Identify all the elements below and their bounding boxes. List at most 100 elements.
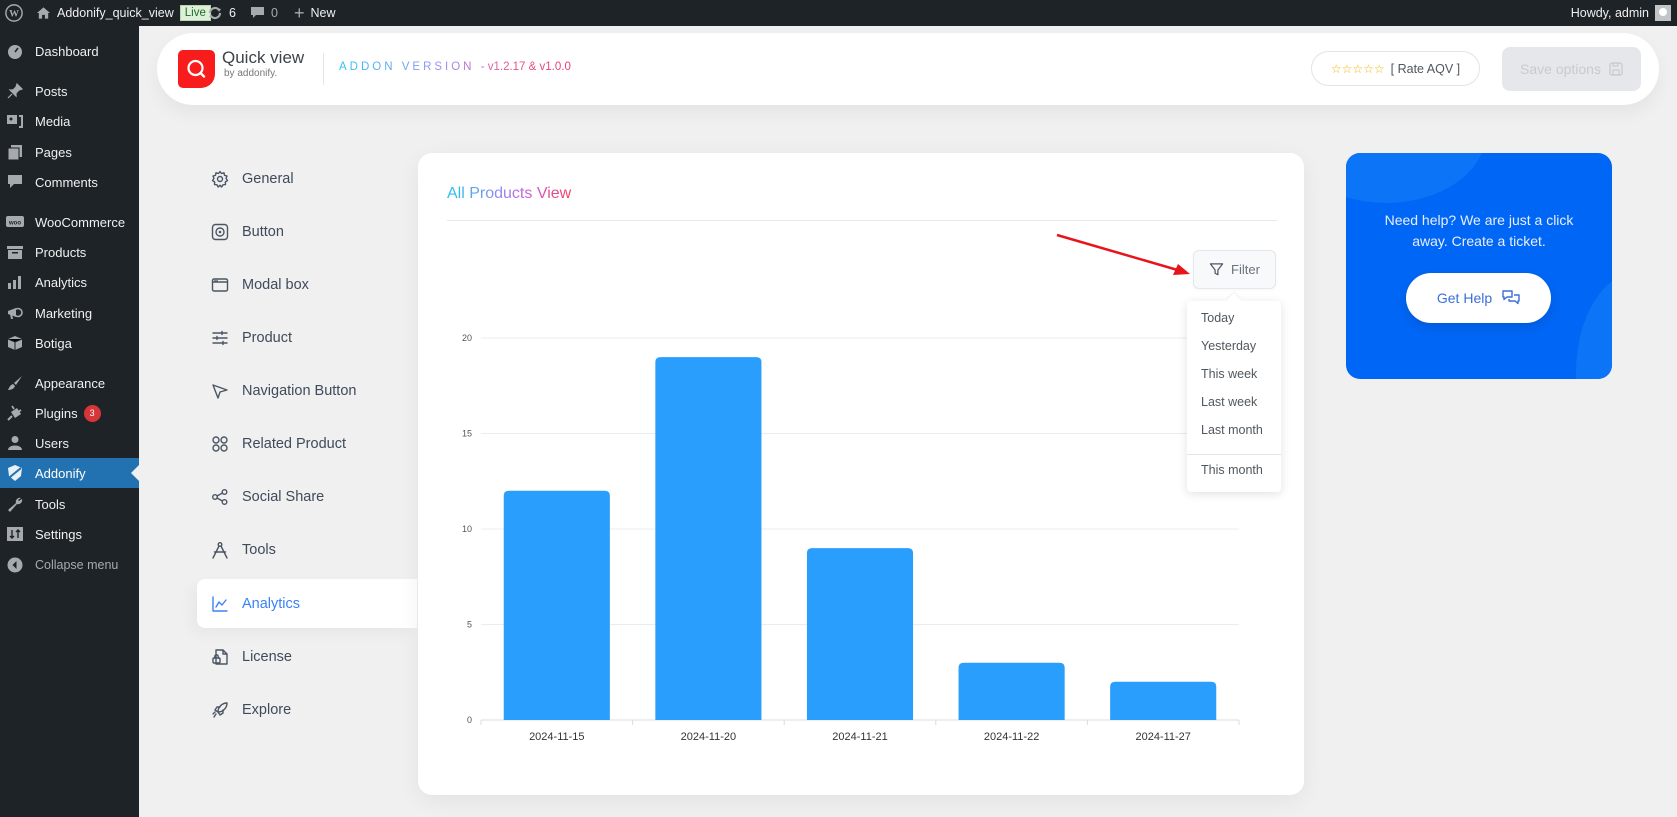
wp-menu-item-settings[interactable]: Settings: [0, 519, 139, 549]
wp-menu-item-products[interactable]: Products: [0, 237, 139, 267]
filter-option-this-month[interactable]: This month: [1201, 460, 1263, 480]
settings-nav-label: Modal box: [242, 276, 309, 293]
wp-menu-item-media[interactable]: Media: [0, 106, 139, 136]
analytics-card: All Products View 0 5 10 15 20 2024-11-15 2024…: [418, 153, 1304, 795]
wp-menu-label: Tools: [35, 496, 66, 512]
settings-nav-social-share[interactable]: Social Share: [197, 472, 417, 521]
filter-option-yesterday[interactable]: Yesterday: [1201, 336, 1256, 356]
wp-menu-item-analytics[interactable]: Analytics: [0, 267, 139, 297]
wp-menu-item-pages[interactable]: Pages: [0, 137, 139, 167]
wp-menu-item-marketing[interactable]: Marketing: [0, 298, 139, 328]
filter-option-last-month[interactable]: Last month: [1201, 420, 1263, 440]
settings-nav-label: Navigation Button: [242, 382, 357, 399]
settings-nav-analytics[interactable]: Analytics: [197, 579, 417, 628]
settings-nav-tools[interactable]: Tools: [197, 525, 417, 574]
line-chart-icon: [211, 595, 229, 613]
y-tick-label: 15: [462, 429, 472, 439]
wp-menu-item-dashboard[interactable]: Dashboard: [0, 36, 139, 66]
wp-menu-label: Plugins: [35, 405, 78, 421]
save-label: Save options: [1520, 61, 1601, 77]
plus-icon: +: [294, 3, 305, 23]
addon-version-label: ADDON VERSION: [339, 61, 475, 73]
wp-menu-item-appearance[interactable]: Appearance: [0, 368, 139, 398]
svg-text:W: W: [9, 9, 19, 20]
wp-menu-item-users[interactable]: Users: [0, 428, 139, 458]
filter-option-today[interactable]: Today: [1201, 308, 1234, 328]
bar-2024-11-20: [655, 357, 762, 720]
wp-menu-label: Marketing: [35, 305, 93, 321]
sliders-icon: [211, 329, 229, 347]
pin-icon: [6, 82, 24, 100]
magnifier-icon: [187, 59, 206, 78]
collapse-menu-button[interactable]: Collapse menu: [0, 550, 139, 580]
logo-title: Quick view: [222, 48, 305, 67]
settings-nav-navigation-button[interactable]: Navigation Button: [197, 366, 417, 415]
settings-nav-license[interactable]: License: [197, 632, 417, 681]
settings-nav-modal-box[interactable]: Modal box: [197, 260, 417, 309]
wp-menu-item-plugins[interactable]: Plugins 3: [0, 398, 139, 428]
filter-button[interactable]: Filter: [1193, 250, 1276, 289]
wp-menu-item-botiga[interactable]: Botiga: [0, 328, 139, 358]
bar-chart-icon: [6, 273, 24, 291]
user-icon: [6, 434, 24, 452]
star-rating-icons: ☆☆☆☆☆: [1330, 61, 1385, 76]
bar-chart: 0 5 10 15 20 2024-11-15 2024-11-20 2024-11-21 20…: [462, 333, 1240, 743]
collapse-label: Collapse menu: [35, 558, 119, 572]
my-account-link[interactable]: Howdy, admin: [1571, 0, 1671, 26]
cursor-icon: [211, 382, 229, 400]
settings-nav-general[interactable]: General: [197, 154, 417, 203]
button-icon: [211, 223, 229, 241]
settings-nav-label: Button: [242, 223, 284, 240]
help-card: Need help? We are just a click away. Cre…: [1346, 153, 1612, 379]
save-options-button[interactable]: Save options: [1502, 47, 1641, 91]
updates-count: 6: [229, 6, 236, 20]
filter-option-this-week[interactable]: This week: [1201, 364, 1257, 384]
help-text: Need help? We are just a click away. Cre…: [1384, 212, 1574, 249]
media-icon: [6, 112, 24, 130]
rate-button[interactable]: ☆☆☆☆☆ [ Rate AQV ]: [1311, 51, 1480, 86]
rocket-icon: [211, 701, 229, 719]
wp-menu-item-woocommerce[interactable]: woo WooCommerce: [0, 207, 139, 237]
wordpress-logo[interactable]: W: [5, 0, 23, 26]
settings-nav-related-product[interactable]: Related Product: [197, 419, 417, 468]
gear-icon: [211, 170, 229, 188]
filter-dropdown: Today Yesterday This week Last week Last…: [1187, 301, 1281, 492]
settings-nav-explore[interactable]: Explore: [197, 685, 417, 734]
wp-menu-item-addonify[interactable]: Addonify: [0, 458, 139, 488]
wp-menu-label: Botiga: [35, 335, 72, 351]
site-name-link[interactable]: Addonify_quick_view Live: [36, 0, 211, 26]
wp-menu-item-comments[interactable]: Comments: [0, 167, 139, 197]
get-help-button[interactable]: Get Help: [1406, 273, 1551, 323]
comments-count: 0: [271, 6, 278, 20]
decorative-shape: [1576, 273, 1612, 379]
settings-nav-button[interactable]: Button: [197, 207, 417, 256]
home-icon: [36, 7, 51, 19]
wp-menu-label: Posts: [35, 83, 68, 99]
wp-menu-item-posts[interactable]: Posts: [0, 76, 139, 106]
comments-link[interactable]: 0: [250, 0, 278, 26]
y-tick-label: 5: [467, 620, 472, 630]
updates-icon: [208, 6, 222, 20]
comment-icon: [6, 173, 24, 191]
dashboard-icon: [6, 42, 24, 60]
new-content-link[interactable]: + New: [294, 0, 336, 26]
update-count-badge: 3: [83, 404, 101, 422]
plugin-icon: [6, 404, 24, 422]
updates-link[interactable]: 6: [207, 0, 236, 26]
settings-nav-label: Analytics: [242, 595, 301, 612]
new-label: New: [310, 6, 336, 20]
filter-option-last-week[interactable]: Last week: [1201, 392, 1257, 412]
settings-nav-label: Related Product: [242, 435, 346, 452]
wrench-icon: [6, 495, 24, 513]
settings-nav-product[interactable]: Product: [197, 313, 417, 362]
compass-icon: [211, 541, 229, 559]
x-tick-label: 2024-11-22: [984, 731, 1039, 743]
wp-menu-item-tools[interactable]: Tools: [0, 489, 139, 519]
y-tick-label: 10: [462, 524, 472, 534]
bar-2024-11-22: [958, 662, 1065, 720]
rate-label: [ Rate AQV ]: [1390, 61, 1461, 76]
bar-2024-11-15: [503, 490, 610, 720]
svg-text:woo: woo: [8, 221, 21, 227]
addon-version: ADDON VERSION - v1.2.17 & v1.0.0: [339, 61, 571, 73]
site-name: Addonify_quick_view: [57, 6, 174, 20]
